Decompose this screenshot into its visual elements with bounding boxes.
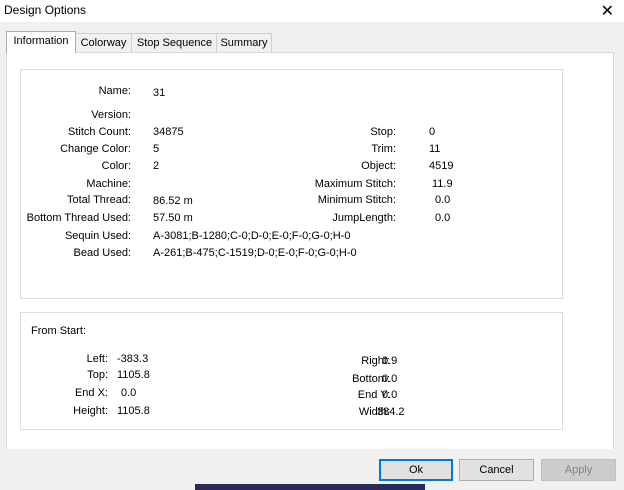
background-strip bbox=[195, 484, 425, 490]
bottom-thread-value: 57.50 m bbox=[153, 212, 193, 224]
version-label: Version: bbox=[91, 109, 131, 121]
jump-length-label: JumpLength: bbox=[332, 212, 396, 224]
name-value: 31 bbox=[153, 87, 166, 99]
apply-button[interactable]: Apply bbox=[541, 459, 616, 481]
sequin-used-value: A-3081;B-1280;C-0;D-0;E-0;F-0;G-0;H-0 bbox=[153, 230, 351, 242]
left-value: -383.3 bbox=[117, 353, 149, 365]
trim-label: Trim: bbox=[371, 143, 396, 155]
sequin-used-label: Sequin Used: bbox=[64, 230, 131, 242]
height-label: Height: bbox=[73, 405, 108, 417]
design-info-group: Name: 31 Version: Stitch Count: 34875 Ch… bbox=[20, 69, 563, 299]
stop-label: Stop: bbox=[370, 126, 396, 138]
minimum-stitch-label: Minimum Stitch: bbox=[317, 194, 396, 206]
change-color-value: 5 bbox=[153, 143, 160, 155]
total-thread-label: Total Thread: bbox=[66, 194, 131, 206]
information-panel: Name: 31 Version: Stitch Count: 34875 Ch… bbox=[6, 52, 614, 450]
stitch-count-value: 34875 bbox=[153, 126, 184, 138]
cancel-button[interactable]: Cancel bbox=[459, 459, 534, 481]
change-color-label: Change Color: bbox=[60, 143, 131, 155]
left-label: Left: bbox=[86, 353, 108, 365]
stitch-count-label: Stitch Count: bbox=[68, 126, 131, 138]
color-value: 2 bbox=[153, 160, 160, 172]
jump-length-value: 0.0 bbox=[435, 212, 451, 224]
tab-summary[interactable]: Summary bbox=[216, 33, 272, 52]
name-label: Name: bbox=[98, 85, 131, 97]
height-value: 1105.8 bbox=[117, 405, 150, 417]
color-label: Color: bbox=[101, 160, 131, 172]
end-x-label: End X: bbox=[74, 387, 108, 399]
end-x-value: 0.0 bbox=[121, 387, 137, 399]
tab-information[interactable]: Information bbox=[6, 31, 76, 53]
minimum-stitch-value: 0.0 bbox=[435, 194, 451, 206]
bottom-thread-label: Bottom Thread Used: bbox=[26, 212, 131, 224]
machine-label: Machine: bbox=[86, 178, 131, 190]
right-value: 0.9 bbox=[382, 355, 398, 367]
total-thread-value: 86.52 m bbox=[153, 195, 193, 207]
object-value: 4519 bbox=[429, 160, 454, 172]
trim-value: 11 bbox=[429, 143, 441, 155]
maximum-stitch-value: 11.9 bbox=[432, 178, 453, 190]
tab-stop-sequence[interactable]: Stop Sequence bbox=[131, 33, 218, 52]
maximum-stitch-label: Maximum Stitch: bbox=[314, 178, 396, 190]
window-title: Design Options bbox=[4, 3, 87, 17]
bead-used-value: A-261;B-475;C-1519;D-0;E-0;F-0;G-0;H-0 bbox=[153, 247, 357, 259]
bead-used-label: Bead Used: bbox=[73, 247, 131, 259]
top-label: Top: bbox=[87, 369, 108, 381]
tab-colorway[interactable]: Colorway bbox=[74, 33, 133, 52]
from-start-group: From Start: Left: -383.3 Top: 1105.8 End… bbox=[20, 312, 563, 430]
ok-button[interactable]: Ok bbox=[379, 459, 453, 481]
bottom-value: 0.0 bbox=[382, 373, 398, 385]
stop-value: 0 bbox=[429, 126, 436, 138]
width-value: 384.2 bbox=[377, 406, 405, 418]
end-y-value: 0.0 bbox=[382, 389, 398, 401]
close-icon[interactable]: ✕ bbox=[601, 1, 614, 21]
object-label: Object: bbox=[361, 160, 396, 172]
from-start-heading: From Start: bbox=[31, 325, 87, 337]
title-bar: Design Options ✕ bbox=[0, 0, 624, 22]
top-value: 1105.8 bbox=[117, 369, 150, 381]
